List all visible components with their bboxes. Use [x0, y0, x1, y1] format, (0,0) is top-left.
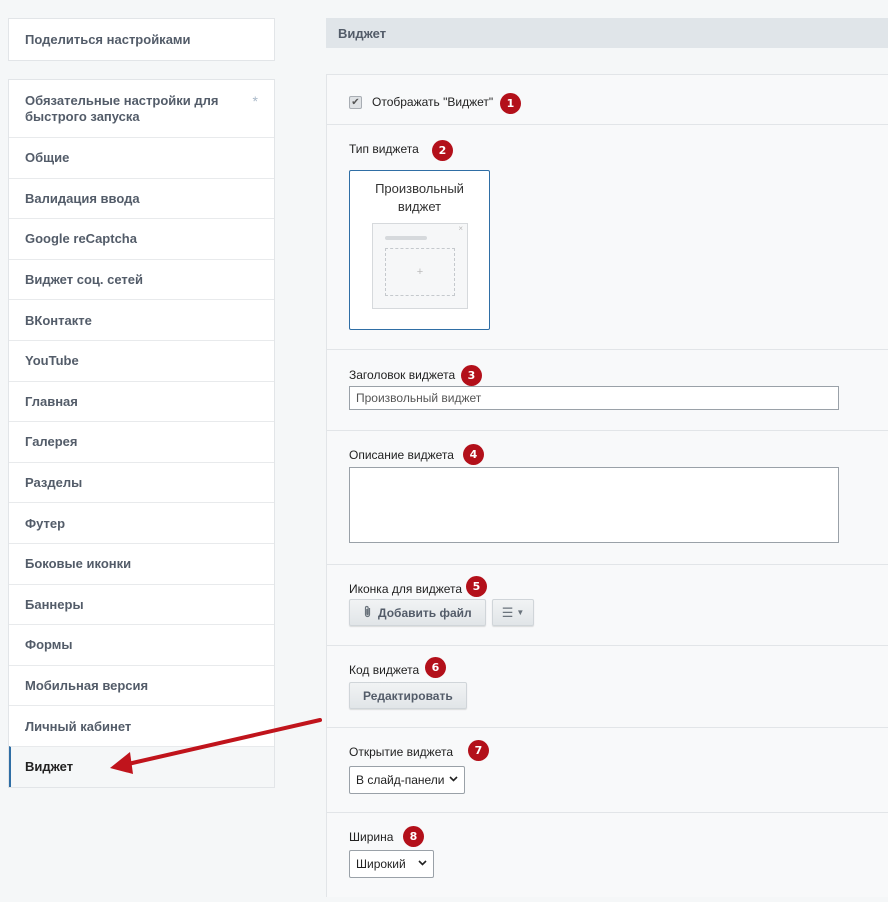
widget-settings-panel: ✔ Отображать "Виджет" 1 Тип виджета 2 Пр…	[326, 74, 888, 897]
width-select[interactable]: Широкий	[349, 850, 434, 878]
menu-item-label: Общие	[25, 150, 70, 166]
widget-code-row: Код виджета 6 Редактировать	[327, 646, 888, 728]
menu-item-label: Футер	[25, 515, 66, 531]
menu-item-label: Разделы	[25, 475, 83, 491]
step-badge: 6	[425, 657, 446, 678]
menu-item-social-widget[interactable]: Виджет соц. сетей	[9, 258, 274, 300]
menu-item-label: Google reCaptcha	[25, 231, 137, 247]
widget-card-title: Произвольный виджет	[375, 181, 464, 214]
menu-item-banners[interactable]: Баннеры	[9, 583, 274, 625]
select-value: В слайд-панели	[356, 773, 445, 787]
menu-item-forms[interactable]: Формы	[9, 624, 274, 665]
menu-item-label: Валидация ввода	[25, 190, 140, 206]
step-badge: 1	[500, 93, 521, 114]
add-file-label: Добавить файл	[378, 605, 472, 620]
menu-item-label: Боковые иконки	[25, 556, 132, 572]
caret-down-icon: ▼	[516, 608, 525, 617]
width-row: Ширина 8 Широкий	[327, 813, 888, 898]
widget-code-label: Код виджета	[349, 663, 420, 677]
menu-item-quick-start[interactable]: Обязательные настройки для быстрого запу…	[9, 80, 274, 137]
widget-icon-row: Иконка для виджета 5 Добавить файл ☰ ▼	[327, 565, 888, 646]
step-badge: 7	[468, 740, 489, 761]
menu-item-widget[interactable]: Виджет	[9, 745, 274, 787]
menu-item-recaptcha[interactable]: Google reCaptcha	[9, 218, 274, 259]
menu-item-label: ВКонтакте	[25, 312, 92, 328]
widget-opening-label: Открытие виджета	[349, 745, 454, 759]
menu-item-sections[interactable]: Разделы	[9, 461, 274, 503]
close-icon: ×	[458, 224, 463, 233]
settings-menu: Обязательные настройки для быстрого запу…	[8, 79, 275, 788]
menu-item-label: Баннеры	[25, 596, 84, 612]
step-badge: 4	[463, 444, 484, 465]
widget-type-label: Тип виджета	[349, 142, 419, 156]
menu-item-mobile[interactable]: Мобильная версия	[9, 664, 274, 706]
widget-title-label: Заголовок виджета	[349, 368, 456, 382]
width-label: Ширина	[349, 830, 394, 844]
menu-item-footer[interactable]: Футер	[9, 502, 274, 543]
step-badge: 5	[466, 576, 487, 597]
menu-item-input-validation[interactable]: Валидация ввода	[9, 177, 274, 219]
plus-icon: +	[385, 248, 455, 296]
menu-item-label: Виджет соц. сетей	[25, 272, 143, 288]
menu-item-label: Обязательные настройки для быстрого запу…	[25, 92, 219, 124]
edit-code-button[interactable]: Редактировать	[349, 682, 467, 709]
share-settings-button[interactable]: Поделиться настройками	[8, 18, 275, 61]
widget-type-row: Тип виджета 2 Произвольный виджет × +	[327, 125, 888, 350]
menu-item-vkontakte[interactable]: ВКонтакте	[9, 299, 274, 340]
menu-item-label: Личный кабинет	[25, 718, 132, 734]
widget-preview-image: × +	[372, 223, 468, 309]
show-widget-checkbox[interactable]: ✔	[349, 96, 362, 109]
select-value: Широкий	[356, 857, 406, 871]
widget-description-row: Описание виджета 4	[327, 431, 888, 565]
widget-opening-select[interactable]: В слайд-панели	[349, 766, 465, 794]
widget-title-row: Заголовок виджета 3 Произвольный виджет	[327, 350, 888, 431]
menu-item-side-icons[interactable]: Боковые иконки	[9, 542, 274, 584]
show-widget-label: Отображать "Виджет"	[372, 95, 494, 109]
add-file-button[interactable]: Добавить файл	[349, 599, 486, 626]
custom-widget-card[interactable]: Произвольный виджет × +	[349, 170, 490, 330]
menu-item-gallery[interactable]: Галерея	[9, 421, 274, 462]
checkmark-icon: ✔	[351, 96, 360, 108]
file-options-button[interactable]: ☰ ▼	[492, 599, 534, 626]
chevron-down-icon	[449, 774, 458, 786]
widget-description-textarea[interactable]	[349, 467, 839, 543]
show-widget-row: ✔ Отображать "Виджет" 1	[327, 75, 888, 125]
required-star-icon: *	[252, 93, 258, 109]
chevron-down-icon	[418, 858, 427, 870]
menu-item-personal-account[interactable]: Личный кабинет	[9, 705, 274, 746]
hamburger-icon: ☰	[501, 604, 514, 620]
menu-item-general[interactable]: Общие	[9, 137, 274, 178]
widget-title-input[interactable]: Произвольный виджет	[349, 386, 839, 410]
step-badge: 3	[461, 365, 482, 386]
section-title: Виджет	[326, 18, 888, 48]
step-badge: 8	[403, 826, 424, 847]
menu-item-label: Главная	[25, 393, 78, 409]
menu-item-label: Виджет	[25, 759, 74, 775]
menu-item-label: Мобильная версия	[25, 678, 149, 694]
menu-item-youtube[interactable]: YouTube	[9, 339, 274, 381]
preview-title-bar	[385, 236, 427, 240]
menu-item-home[interactable]: Главная	[9, 380, 274, 422]
widget-description-label: Описание виджета	[349, 448, 454, 462]
widget-icon-label: Иконка для виджета	[349, 582, 463, 596]
step-badge: 2	[432, 140, 453, 161]
paperclip-icon	[363, 605, 372, 621]
menu-item-label: YouTube	[25, 353, 79, 369]
menu-item-label: Галерея	[25, 434, 78, 450]
widget-opening-row: Открытие виджета 7 В слайд-панели	[327, 728, 888, 813]
menu-item-label: Формы	[25, 637, 73, 653]
